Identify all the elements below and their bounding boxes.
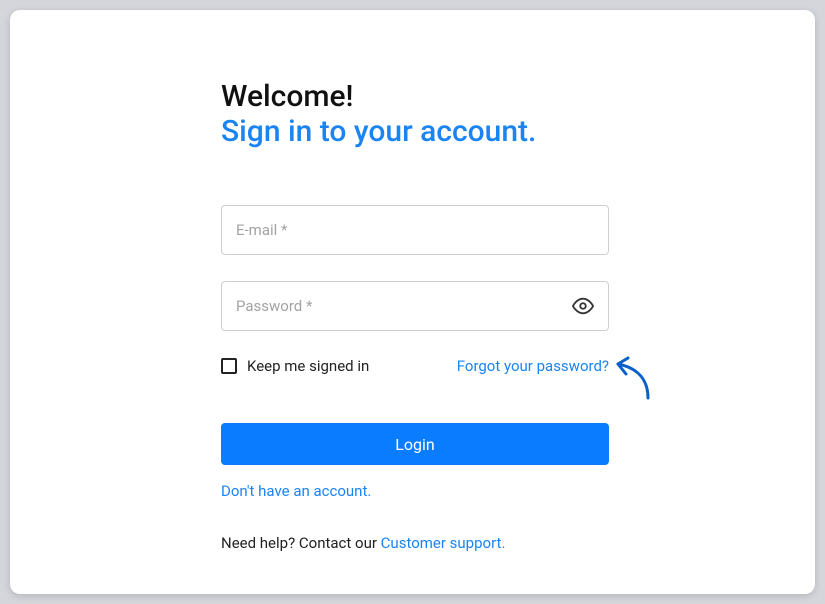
keep-signed-in-label: Keep me signed in <box>247 357 369 375</box>
customer-support-link[interactable]: Customer support. <box>381 534 506 552</box>
subtitle-heading: Sign in to your account. <box>221 115 609 150</box>
options-row: Keep me signed in Forgot your password? <box>221 357 609 375</box>
no-account-link[interactable]: Don't have an account. <box>221 482 371 500</box>
password-field[interactable] <box>236 297 572 315</box>
login-content: Welcome! Sign in to your account. Keep m… <box>221 80 609 552</box>
password-field-wrapper <box>221 281 609 331</box>
keep-signed-in-checkbox[interactable]: Keep me signed in <box>221 357 369 375</box>
toggle-password-visibility-button[interactable] <box>572 295 594 317</box>
login-button[interactable]: Login <box>221 423 609 465</box>
forgot-password-link[interactable]: Forgot your password? <box>457 357 609 375</box>
eye-icon <box>572 295 594 317</box>
checkbox-icon <box>221 358 237 374</box>
welcome-heading: Welcome! <box>221 80 609 115</box>
arrow-annotation-icon <box>608 350 668 410</box>
email-field-wrapper <box>221 205 609 255</box>
login-card: Welcome! Sign in to your account. Keep m… <box>10 10 815 594</box>
help-text: Need help? Contact our Customer support. <box>221 534 609 552</box>
help-prefix: Need help? Contact our <box>221 534 381 552</box>
email-field[interactable] <box>236 221 594 239</box>
